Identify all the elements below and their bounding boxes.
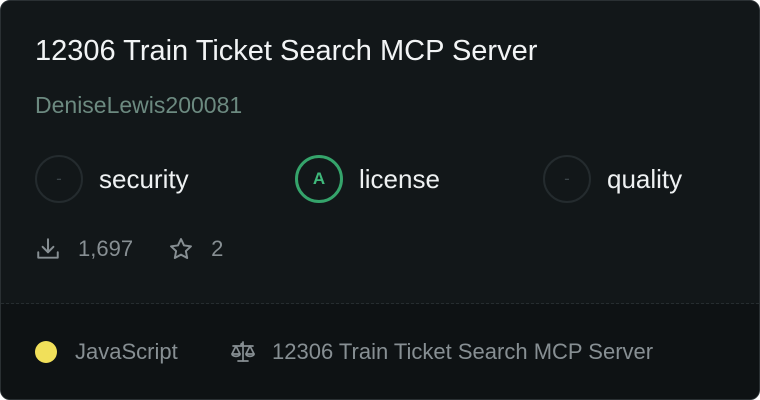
author-link[interactable]: DeniseLewis200081 — [35, 92, 242, 119]
stats-row: 1,697 2 — [35, 235, 223, 263]
card-footer: JavaScript 12306 Train Ticket Search MCP… — [1, 304, 759, 399]
download-icon — [35, 236, 61, 262]
server-title[interactable]: 12306 Train Ticket Search MCP Server — [35, 35, 537, 68]
license-tag: 12306 Train Ticket Search MCP Server — [229, 339, 653, 365]
scale-icon — [229, 339, 257, 365]
language-color-dot — [35, 341, 57, 363]
star-icon — [168, 236, 194, 262]
security-score: - security — [35, 155, 189, 203]
star-count: 2 — [211, 236, 224, 261]
language-tag: JavaScript — [35, 339, 178, 365]
quality-grade-badge: - — [543, 155, 591, 203]
quality-label: quality — [607, 163, 683, 194]
download-count: 1,697 — [78, 236, 134, 261]
license-label: license — [359, 163, 440, 194]
security-grade-badge: - — [35, 155, 83, 203]
language-label: JavaScript — [75, 339, 178, 364]
license-score: A license — [295, 155, 440, 203]
quality-score: - quality — [543, 155, 682, 203]
license-name: 12306 Train Ticket Search MCP Server — [272, 339, 654, 364]
card-header: 12306 Train Ticket Search MCP Server Den… — [1, 1, 759, 303]
server-card[interactable]: 12306 Train Ticket Search MCP Server Den… — [0, 0, 760, 400]
security-label: security — [99, 163, 189, 194]
license-grade-badge: A — [295, 155, 343, 203]
